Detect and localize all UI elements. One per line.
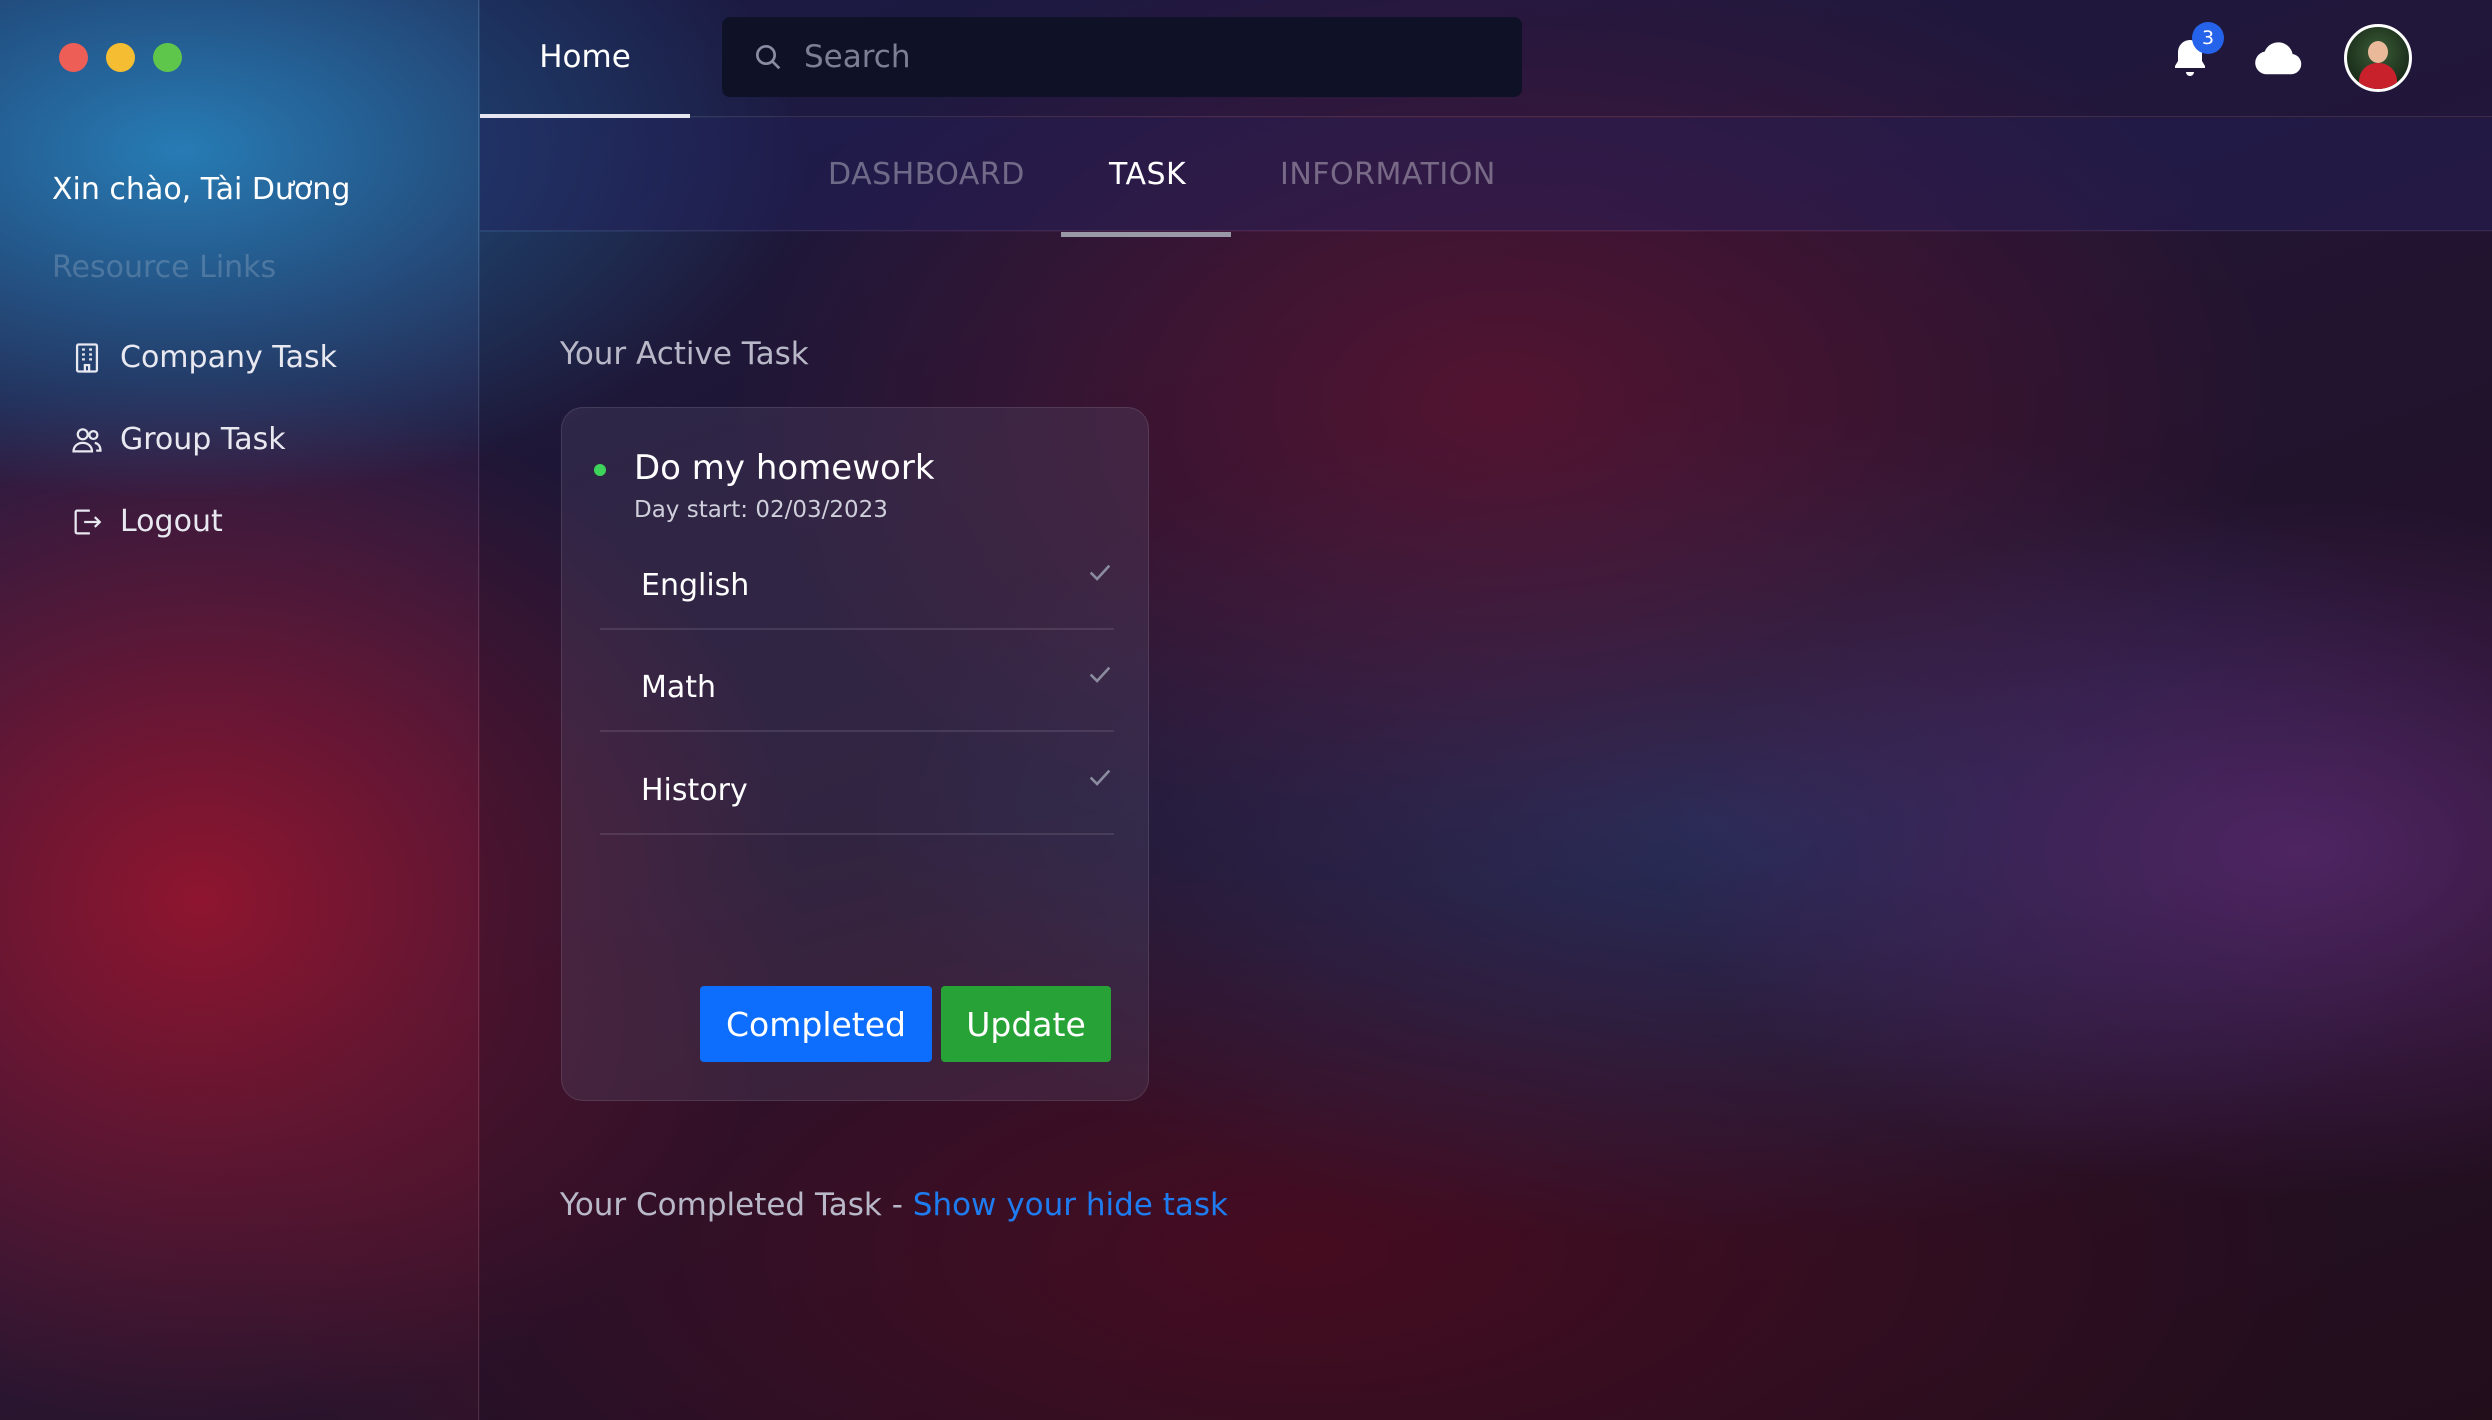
sidebar-item-label: Logout <box>120 504 223 539</box>
subtask-row: English <box>600 528 1114 630</box>
tab-task[interactable]: TASK <box>1109 118 1186 230</box>
avatar-body <box>2359 63 2397 89</box>
sidebar-item-label: Group Task <box>120 422 286 457</box>
sidebar-item-label: Company Task <box>120 340 338 375</box>
tab-dashboard[interactable]: DASHBOARD <box>828 118 1025 230</box>
search-bar <box>722 17 1522 97</box>
completed-button[interactable]: Completed <box>700 986 932 1062</box>
show-hidden-tasks-link[interactable]: Show your hide task <box>913 1187 1228 1223</box>
subtask-label: Math <box>641 670 717 705</box>
avatar-head <box>2368 41 2388 63</box>
completed-task-heading: Your Completed Task - Show your hide tas… <box>560 1187 1228 1223</box>
subtask-row: Math <box>600 630 1114 732</box>
users-icon <box>72 427 102 452</box>
sidebar-item-logout[interactable]: Logout <box>70 504 223 539</box>
status-dot <box>594 464 606 476</box>
greeting-text: Xin chào, Tài Dương <box>52 172 351 207</box>
task-start-date: Day start: 02/03/2023 <box>634 497 888 523</box>
check-icon[interactable] <box>1086 660 1114 688</box>
user-avatar[interactable] <box>2344 24 2412 92</box>
completed-task-text: Your Completed Task - <box>560 1187 913 1223</box>
subtask-row: History <box>600 733 1114 835</box>
sidebar <box>0 0 479 1420</box>
sidebar-item-company-task[interactable]: Company Task <box>70 340 337 375</box>
cloud-icon[interactable] <box>2252 38 2304 78</box>
subtask-label: English <box>641 568 750 603</box>
search-icon <box>756 45 781 70</box>
tab-information[interactable]: INFORMATION <box>1280 118 1496 230</box>
subtask-label: History <box>641 773 748 808</box>
update-button[interactable]: Update <box>941 986 1111 1062</box>
task-title: Do my homework <box>634 448 935 488</box>
active-task-heading: Your Active Task <box>560 336 809 372</box>
check-icon[interactable] <box>1086 763 1114 791</box>
search-input[interactable] <box>802 38 1486 76</box>
building-icon <box>75 342 99 373</box>
notification-badge: 3 <box>2192 22 2224 54</box>
resource-links-heading: Resource Links <box>52 250 277 285</box>
check-icon[interactable] <box>1086 558 1114 586</box>
logout-icon <box>74 509 102 534</box>
sidebar-item-group-task[interactable]: Group Task <box>70 422 286 457</box>
tab-home[interactable]: Home <box>480 0 690 118</box>
